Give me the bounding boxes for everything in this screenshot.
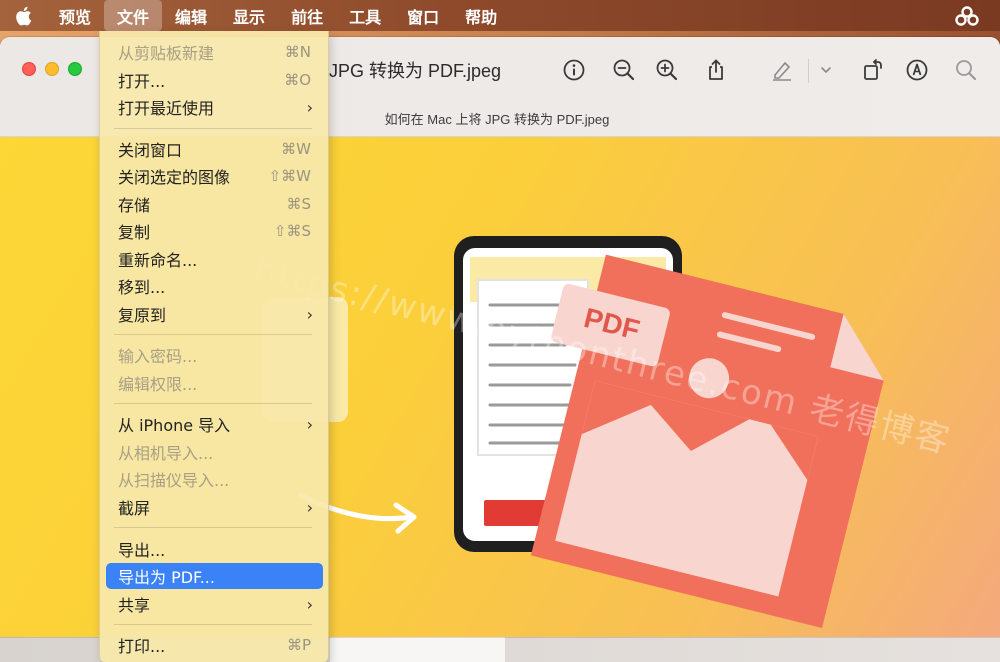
menu-item-label: 打开最近使用	[118, 99, 215, 118]
menu-item-open[interactable]: 打开... ⌘O	[106, 67, 323, 93]
menu-item-enter-password[interactable]: 输入密码...	[106, 342, 323, 368]
menu-separator	[114, 128, 312, 129]
shortcut: ⌘P	[286, 636, 311, 654]
shortcut: ⌘O	[284, 71, 311, 89]
menu-item-export-as-pdf[interactable]: 导出为 PDF...	[106, 563, 323, 589]
menu-item-label: 复制	[118, 223, 151, 242]
chevron-right-icon: ›	[306, 97, 313, 117]
close-button[interactable]	[22, 62, 36, 76]
menu-separator	[114, 403, 312, 404]
menu-item-label: 从相机导入...	[118, 444, 214, 463]
menu-item-move-to[interactable]: 移到...	[106, 273, 323, 299]
menu-item-label: 从扫描仪导入...	[118, 471, 230, 490]
menu-item-label: 导出为 PDF...	[118, 568, 215, 587]
menu-preview[interactable]: 预览	[46, 0, 104, 31]
menu-item-edit-permissions[interactable]: 编辑权限...	[106, 370, 323, 396]
menu-item-screenshot[interactable]: 截屏 ›	[106, 494, 323, 520]
menu-item-label: 重新命名...	[118, 251, 198, 270]
menu-item-save[interactable]: 存储 ⌘S	[106, 191, 323, 217]
menu-window[interactable]: 窗口	[394, 0, 452, 31]
menu-item-label: 打印...	[118, 637, 166, 656]
info-icon[interactable]	[561, 57, 587, 83]
menu-item-label: 打开...	[118, 72, 166, 91]
menu-separator	[114, 334, 312, 335]
apple-icon[interactable]	[0, 0, 46, 31]
zoom-in-icon[interactable]	[654, 57, 680, 83]
chevron-down-icon[interactable]	[813, 57, 839, 83]
fullscreen-button[interactable]	[68, 62, 82, 76]
toolbar-separator	[808, 59, 809, 83]
menu-separator	[114, 624, 312, 625]
zoom-out-icon[interactable]	[611, 57, 637, 83]
shortcut: ⇧⌘W	[268, 167, 311, 185]
menu-file[interactable]: 文件	[104, 0, 163, 31]
menu-item-label: 存储	[118, 196, 151, 215]
menu-item-label: 从 iPhone 导入	[118, 416, 231, 435]
file-menu: 从剪贴板新建 ⌘N 打开... ⌘O 打开最近使用 › 关闭窗口 ⌘W 关闭选定…	[99, 31, 329, 662]
creative-cloud-icon[interactable]	[954, 6, 980, 26]
minimize-button[interactable]	[45, 62, 59, 76]
menu-item-share[interactable]: 共享 ›	[106, 591, 323, 617]
menu-item-label: 输入密码...	[118, 347, 198, 366]
menu-item-label: 复原到	[118, 306, 167, 325]
share-icon[interactable]	[703, 57, 729, 83]
highlight-icon[interactable]	[769, 57, 795, 83]
chevron-right-icon: ›	[306, 304, 313, 324]
menu-go[interactable]: 前往	[278, 0, 336, 31]
search-icon[interactable]	[953, 57, 979, 83]
menu-item-label: 关闭窗口	[118, 141, 183, 160]
menu-item-duplicate[interactable]: 复制 ⇧⌘S	[106, 218, 323, 244]
window-title: JPG 转换为 PDF.jpeg	[329, 61, 502, 81]
menu-edit[interactable]: 编辑	[162, 0, 220, 31]
menu-item-revert-to[interactable]: 复原到 ›	[106, 301, 323, 327]
menu-item-export[interactable]: 导出...	[106, 536, 323, 562]
rotate-icon[interactable]	[860, 57, 886, 83]
menu-item-label: 编辑权限...	[118, 375, 198, 394]
menu-item-label: 关闭选定的图像	[118, 168, 231, 187]
menu-item-label: 截屏	[118, 499, 151, 518]
shortcut: ⌘W	[281, 140, 311, 158]
menu-item-label: 移到...	[118, 278, 166, 297]
chevron-right-icon: ›	[306, 414, 313, 434]
menu-item-import-from-iphone[interactable]: 从 iPhone 导入 ›	[106, 411, 323, 437]
chevron-right-icon: ›	[306, 497, 313, 517]
menu-item-label: 导出...	[118, 541, 166, 560]
shortcut: ⇧⌘S	[273, 222, 311, 240]
shortcut: ⌘S	[286, 195, 311, 213]
menu-tools[interactable]: 工具	[336, 0, 394, 31]
menu-item-label: 共享	[118, 596, 151, 615]
menu-bar: 预览 文件 编辑 显示 前往 工具 窗口 帮助	[0, 0, 1000, 31]
menu-item-import-from-scanner[interactable]: 从扫描仪导入...	[106, 466, 323, 492]
chevron-right-icon: ›	[306, 594, 313, 614]
menu-view[interactable]: 显示	[220, 0, 278, 31]
shortcut: ⌘N	[284, 43, 311, 61]
menu-item-import-from-camera[interactable]: 从相机导入...	[106, 439, 323, 465]
menu-item-close-selected-image[interactable]: 关闭选定的图像 ⇧⌘W	[106, 163, 323, 189]
background-window	[330, 637, 505, 662]
menu-help[interactable]: 帮助	[452, 0, 510, 31]
menu-item-new-from-clipboard[interactable]: 从剪贴板新建 ⌘N	[106, 39, 323, 65]
menu-item-print[interactable]: 打印... ⌘P	[106, 632, 323, 658]
menu-item-label: 从剪贴板新建	[118, 44, 215, 63]
markup-icon[interactable]	[904, 57, 930, 83]
menu-item-close-window[interactable]: 关闭窗口 ⌘W	[106, 136, 323, 162]
menu-item-open-recent[interactable]: 打开最近使用 ›	[106, 94, 323, 120]
traffic-lights	[22, 62, 82, 76]
menu-item-rename[interactable]: 重新命名...	[106, 246, 323, 272]
menu-separator	[114, 527, 312, 528]
